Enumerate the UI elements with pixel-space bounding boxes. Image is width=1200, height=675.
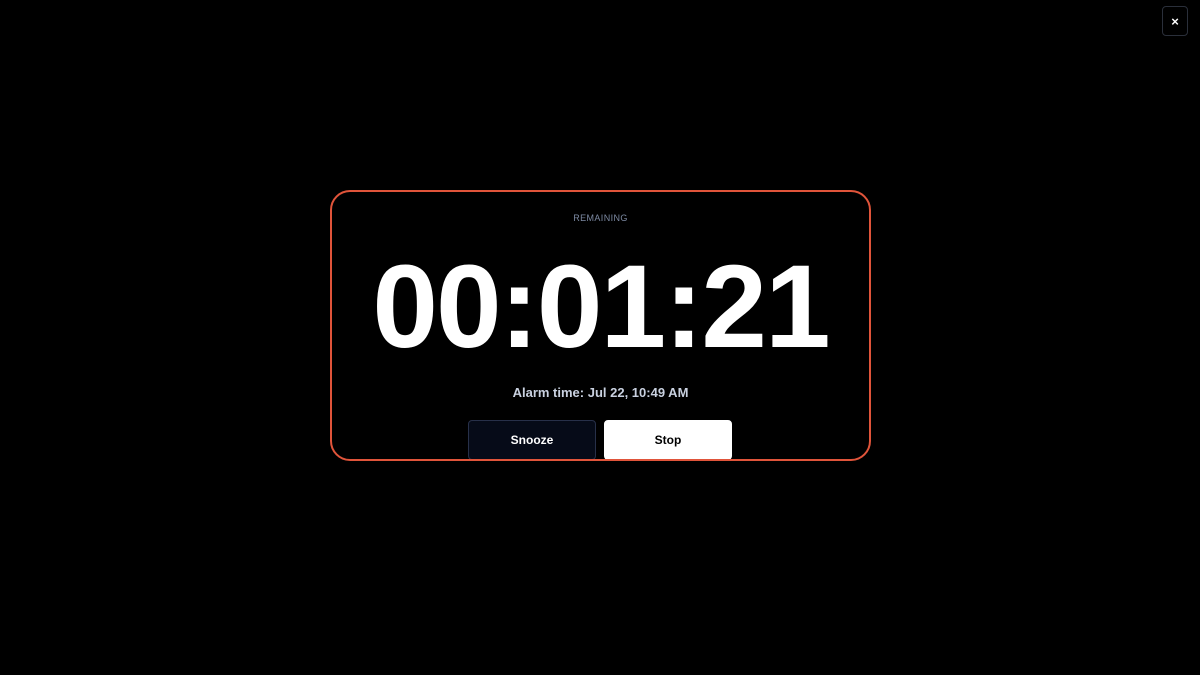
alarm-panel: REMAINING 00:01:21 Alarm time: Jul 22, 1… xyxy=(330,190,871,461)
snooze-button[interactable]: Snooze xyxy=(468,420,596,459)
snooze-button-label: Snooze xyxy=(510,433,554,447)
close-icon: × xyxy=(1171,13,1179,29)
alarm-time-text: Alarm time: Jul 22, 10:49 AM xyxy=(512,385,689,400)
stop-button[interactable]: Stop xyxy=(604,420,732,459)
stop-button-label: Stop xyxy=(654,433,682,447)
remaining-label: REMAINING xyxy=(573,213,628,223)
close-button[interactable]: × xyxy=(1162,6,1188,36)
countdown-display: 00:01:21 xyxy=(372,241,830,373)
